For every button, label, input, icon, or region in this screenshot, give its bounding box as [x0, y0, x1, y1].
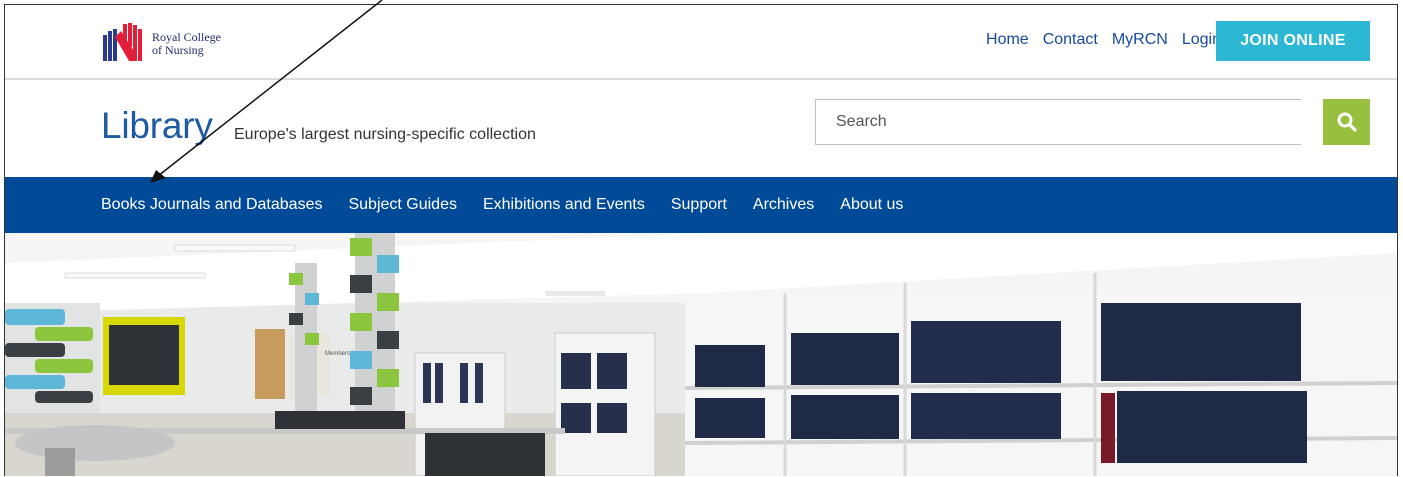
search-icon	[1337, 112, 1357, 132]
join-online-button[interactable]: JOIN ONLINE	[1216, 21, 1370, 61]
utility-nav: Home Contact MyRCN Login	[986, 31, 1221, 49]
main-nav-exhibitions-events[interactable]: Exhibitions and Events	[483, 196, 645, 214]
hero-image: Members lounge	[5, 233, 1397, 476]
page-title: Library	[101, 105, 213, 146]
browser-frame: Royal College of Nursing Home Contact My…	[4, 4, 1398, 476]
top-bar: Royal College of Nursing Home Contact My…	[5, 5, 1397, 79]
search-input[interactable]	[815, 99, 1301, 145]
main-nav-support[interactable]: Support	[671, 196, 727, 214]
nav-contact-link[interactable]: Contact	[1043, 31, 1098, 49]
search-button[interactable]	[1323, 99, 1370, 145]
search-bar	[815, 99, 1370, 147]
rcn-logo-icon	[103, 23, 142, 61]
nav-myrcn-link[interactable]: MyRCN	[1112, 31, 1168, 49]
main-nav-subject-guides[interactable]: Subject Guides	[348, 196, 457, 214]
header-divider	[5, 78, 1397, 80]
logo-text: Royal College of Nursing	[152, 31, 221, 57]
rcn-logo[interactable]: Royal College of Nursing	[101, 21, 221, 67]
logo-line-2: of Nursing	[152, 43, 204, 57]
main-nav: Books Journals and Databases Subject Gui…	[5, 177, 1397, 233]
main-nav-archives[interactable]: Archives	[753, 196, 814, 214]
main-nav-books-journals-databases[interactable]: Books Journals and Databases	[101, 196, 322, 214]
library-interior-illustration: Members lounge	[5, 233, 1397, 476]
page-subtitle: Europe's largest nursing-specific collec…	[234, 126, 536, 143]
main-nav-about-us[interactable]: About us	[840, 196, 903, 214]
nav-home-link[interactable]: Home	[986, 31, 1029, 49]
